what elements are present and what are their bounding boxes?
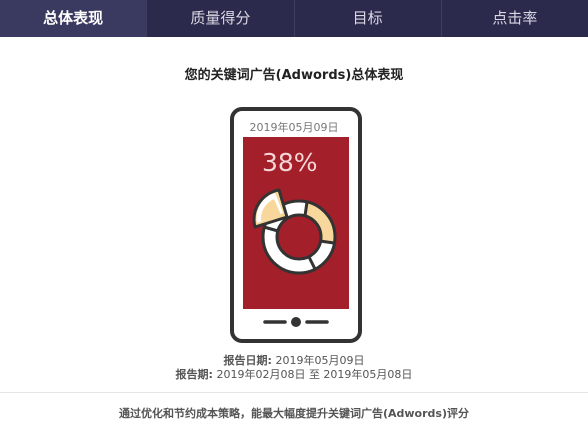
page-title: 您的关键词广告(Adwords)总体表现 [184,68,404,83]
tab-ctr[interactable]: 点击率 [440,0,588,37]
divider [0,392,588,393]
report-period-line: 报告期: 2019年02月08日 至 2019年05月08日 [0,366,588,382]
footer-note: 通过优化和节约成本策略，能最大幅度提升关键词广告(Adwords)评分 [118,407,469,420]
report-period-label: 报告期: [175,368,213,381]
tab-goals[interactable]: 目标 [293,0,441,37]
tab-quality-score[interactable]: 质量得分 [146,0,293,37]
phone-illustration [230,107,362,343]
tab-overall[interactable]: 总体表现 [0,0,147,37]
phone-home-button [291,317,301,327]
tab-bar: 总体表现 质量得分 目标 点击率 [0,0,588,37]
page: 总体表现 质量得分 目标 点击率 您的关键词广告(Adwords)总体表现 20… [0,0,588,432]
phone-date: 2019年05月09日 [249,121,339,134]
percent-label: 38% [262,148,318,177]
report-period-value: 2019年02月08日 至 2019年05月08日 [216,368,413,381]
